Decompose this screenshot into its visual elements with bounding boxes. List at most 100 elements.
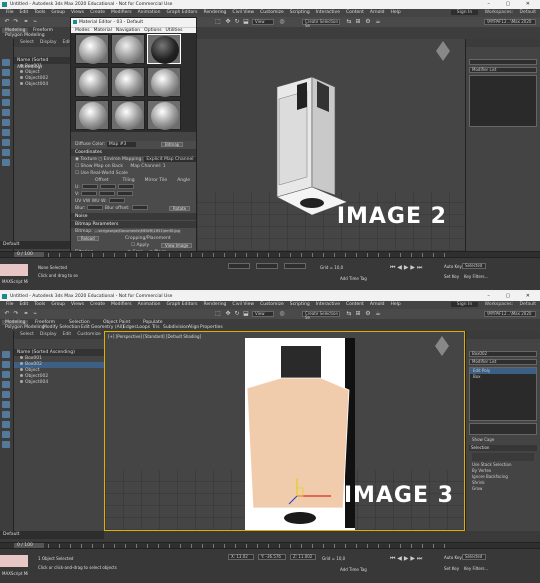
layer-default-bar[interactable]: Default: [0, 241, 70, 249]
x-coord-field[interactable]: X: 13.02: [228, 554, 254, 560]
visibility-icon[interactable]: [20, 82, 23, 85]
noise-rollout[interactable]: Noise: [71, 213, 196, 220]
menu-modifiers[interactable]: Modifiers: [111, 9, 132, 17]
sample-slot[interactable]: [111, 34, 145, 64]
utilities-icon[interactable]: [2, 109, 10, 116]
u-angle-field[interactable]: [117, 184, 134, 189]
view-image-button[interactable]: View Image: [161, 243, 193, 248]
map-channel-field[interactable]: 1: [163, 164, 166, 169]
v-tiling-field[interactable]: [99, 191, 116, 196]
menu-arnold[interactable]: Arnold: [370, 9, 385, 17]
menu-interactive[interactable]: Interactive: [316, 9, 340, 17]
filter-icon[interactable]: [2, 119, 10, 126]
environ-radio[interactable]: Environ: [104, 157, 121, 162]
grow-button[interactable]: Grow: [466, 486, 540, 492]
playback-controls-icon[interactable]: ⏮ ◀ ▶ ▶ ⏭: [390, 264, 422, 272]
snap-icon[interactable]: ◎: [278, 310, 286, 318]
visibility-icon[interactable]: [20, 380, 23, 383]
blur-field[interactable]: [87, 205, 104, 210]
undo-icon[interactable]: ↶: [3, 310, 11, 318]
tab-select[interactable]: Select: [20, 40, 34, 45]
viewport-perspective[interactable]: IMAGE 2: [197, 39, 465, 251]
render-icon[interactable]: ☕: [374, 18, 382, 26]
menu-graph-editors[interactable]: Graph Editors: [167, 301, 198, 309]
ribbon-sub-modify-selection[interactable]: Modify Selection: [40, 325, 83, 330]
sample-slot-active[interactable]: [147, 34, 181, 64]
mirror-icon[interactable]: ⇆: [345, 18, 353, 26]
rotate-button[interactable]: Rotate: [169, 206, 191, 211]
map-name-field[interactable]: Map #3: [106, 142, 137, 147]
create-icon[interactable]: [2, 59, 10, 66]
menu-scripting[interactable]: Scripting: [290, 301, 310, 309]
modifier-list-dropdown[interactable]: Modifier List: [469, 359, 537, 365]
freeze-icon[interactable]: [2, 431, 10, 438]
visibility-icon[interactable]: [20, 368, 23, 371]
layer-icon[interactable]: [2, 421, 10, 428]
show-cage-checkbox[interactable]: Show Cage: [466, 437, 540, 443]
modify-icon[interactable]: [2, 69, 10, 76]
apply-checkbox[interactable]: Apply: [136, 243, 149, 248]
hide-icon[interactable]: [2, 149, 10, 156]
blur-offset-field[interactable]: [131, 205, 148, 210]
modifier-list-dropdown[interactable]: Modifier List: [469, 67, 537, 73]
sample-slot[interactable]: [147, 67, 181, 97]
workspace-dropdown[interactable]: Default: [520, 302, 536, 307]
snap-icon[interactable]: ◎: [278, 18, 286, 26]
modifier-stack[interactable]: [469, 75, 537, 127]
y-coord-field[interactable]: Y: -36.576: [258, 554, 286, 560]
tab-display[interactable]: Display: [40, 40, 57, 45]
u-offset-field[interactable]: [81, 184, 98, 189]
stack-tools[interactable]: [469, 423, 537, 435]
menu-create[interactable]: Create: [90, 301, 105, 309]
menu-content[interactable]: Content: [346, 9, 364, 17]
tab-select[interactable]: Select: [20, 332, 34, 337]
menu-edit[interactable]: Edit: [20, 301, 29, 309]
viewport-label[interactable]: [+] [Perspective] [Standard] [Default Sh…: [108, 334, 201, 339]
move-icon[interactable]: ✥: [224, 18, 232, 26]
scene-explorer-header[interactable]: Name (Sorted Ascending): [14, 57, 71, 70]
z-coord-field[interactable]: Z: 11.002: [290, 554, 316, 560]
command-panel-tabs[interactable]: [466, 331, 540, 339]
visibility-icon[interactable]: [20, 76, 23, 79]
mapping-dropdown[interactable]: Explicit Map Channel: [144, 157, 196, 162]
menu-scripting[interactable]: Scripting: [290, 9, 310, 17]
sample-slot[interactable]: [75, 34, 109, 64]
reference-coord-dropdown[interactable]: View: [252, 311, 274, 317]
u-tiling-field[interactable]: [99, 184, 116, 189]
object-name-field[interactable]: Box002: [469, 351, 537, 357]
menu-customize[interactable]: Customize: [260, 301, 284, 309]
move-icon[interactable]: ✥: [224, 310, 232, 318]
playback-controls-icon[interactable]: ⏮ ◀ ▶ ▶ ⏭: [390, 555, 422, 563]
selected-dropdown[interactable]: Selected: [462, 554, 486, 560]
reload-button[interactable]: Reload: [77, 236, 99, 241]
set-key-button[interactable]: Set Key: [444, 274, 459, 279]
motion-icon[interactable]: [2, 381, 10, 388]
menu-graph-editors[interactable]: Graph Editors: [167, 9, 198, 17]
selection-rollout[interactable]: Selection: [469, 445, 537, 451]
v-offset-field[interactable]: [81, 191, 98, 196]
redo-icon[interactable]: ↷: [12, 310, 20, 318]
visibility-icon[interactable]: [20, 356, 23, 359]
menu-content[interactable]: Content: [346, 301, 364, 309]
scale-icon[interactable]: ⬓: [242, 310, 250, 318]
unlink-icon[interactable]: ⌁: [31, 310, 39, 318]
scene-explorer-header[interactable]: Name (Sorted Ascending): [14, 349, 104, 356]
v-angle-field[interactable]: [117, 191, 134, 196]
menu-help[interactable]: Help: [390, 9, 400, 17]
rotate-icon[interactable]: ↻: [233, 310, 241, 318]
viewcube-icon[interactable]: [435, 336, 449, 356]
menu-edit[interactable]: Edit: [20, 9, 29, 17]
show-map-on-back-checkbox[interactable]: Show Map on Back: [80, 164, 122, 169]
material-editor-toolbar[interactable]: [71, 132, 196, 141]
menu-help[interactable]: Help: [390, 301, 400, 309]
scale-icon[interactable]: ⬓: [242, 18, 250, 26]
bitmap-path-button[interactable]: ...ser\george\Documents\MEWR\1R51\emf0.j…: [94, 229, 181, 233]
tab-edit[interactable]: Edit: [62, 332, 71, 337]
maxscript-listener-box[interactable]: [0, 555, 28, 567]
visibility-icon[interactable]: [20, 362, 23, 365]
sample-slot[interactable]: [111, 67, 145, 97]
render-setup-icon[interactable]: ⚙: [364, 310, 372, 318]
ribbon-sub-properties[interactable]: Properties: [197, 325, 226, 330]
isolate-icon[interactable]: [2, 159, 10, 166]
hierarchy-icon[interactable]: [2, 371, 10, 378]
